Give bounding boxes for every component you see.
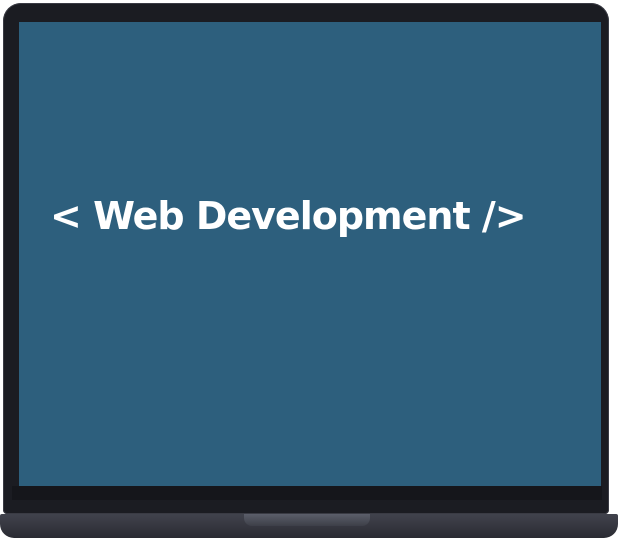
laptop-base-notch	[244, 514, 370, 526]
laptop-bezel-chin	[12, 486, 602, 500]
laptop-illustration: < Web Development />	[0, 0, 618, 544]
laptop-screen: < Web Development />	[19, 22, 601, 486]
screen-title: < Web Development />	[50, 194, 527, 238]
laptop-lid: < Web Development />	[3, 3, 609, 514]
